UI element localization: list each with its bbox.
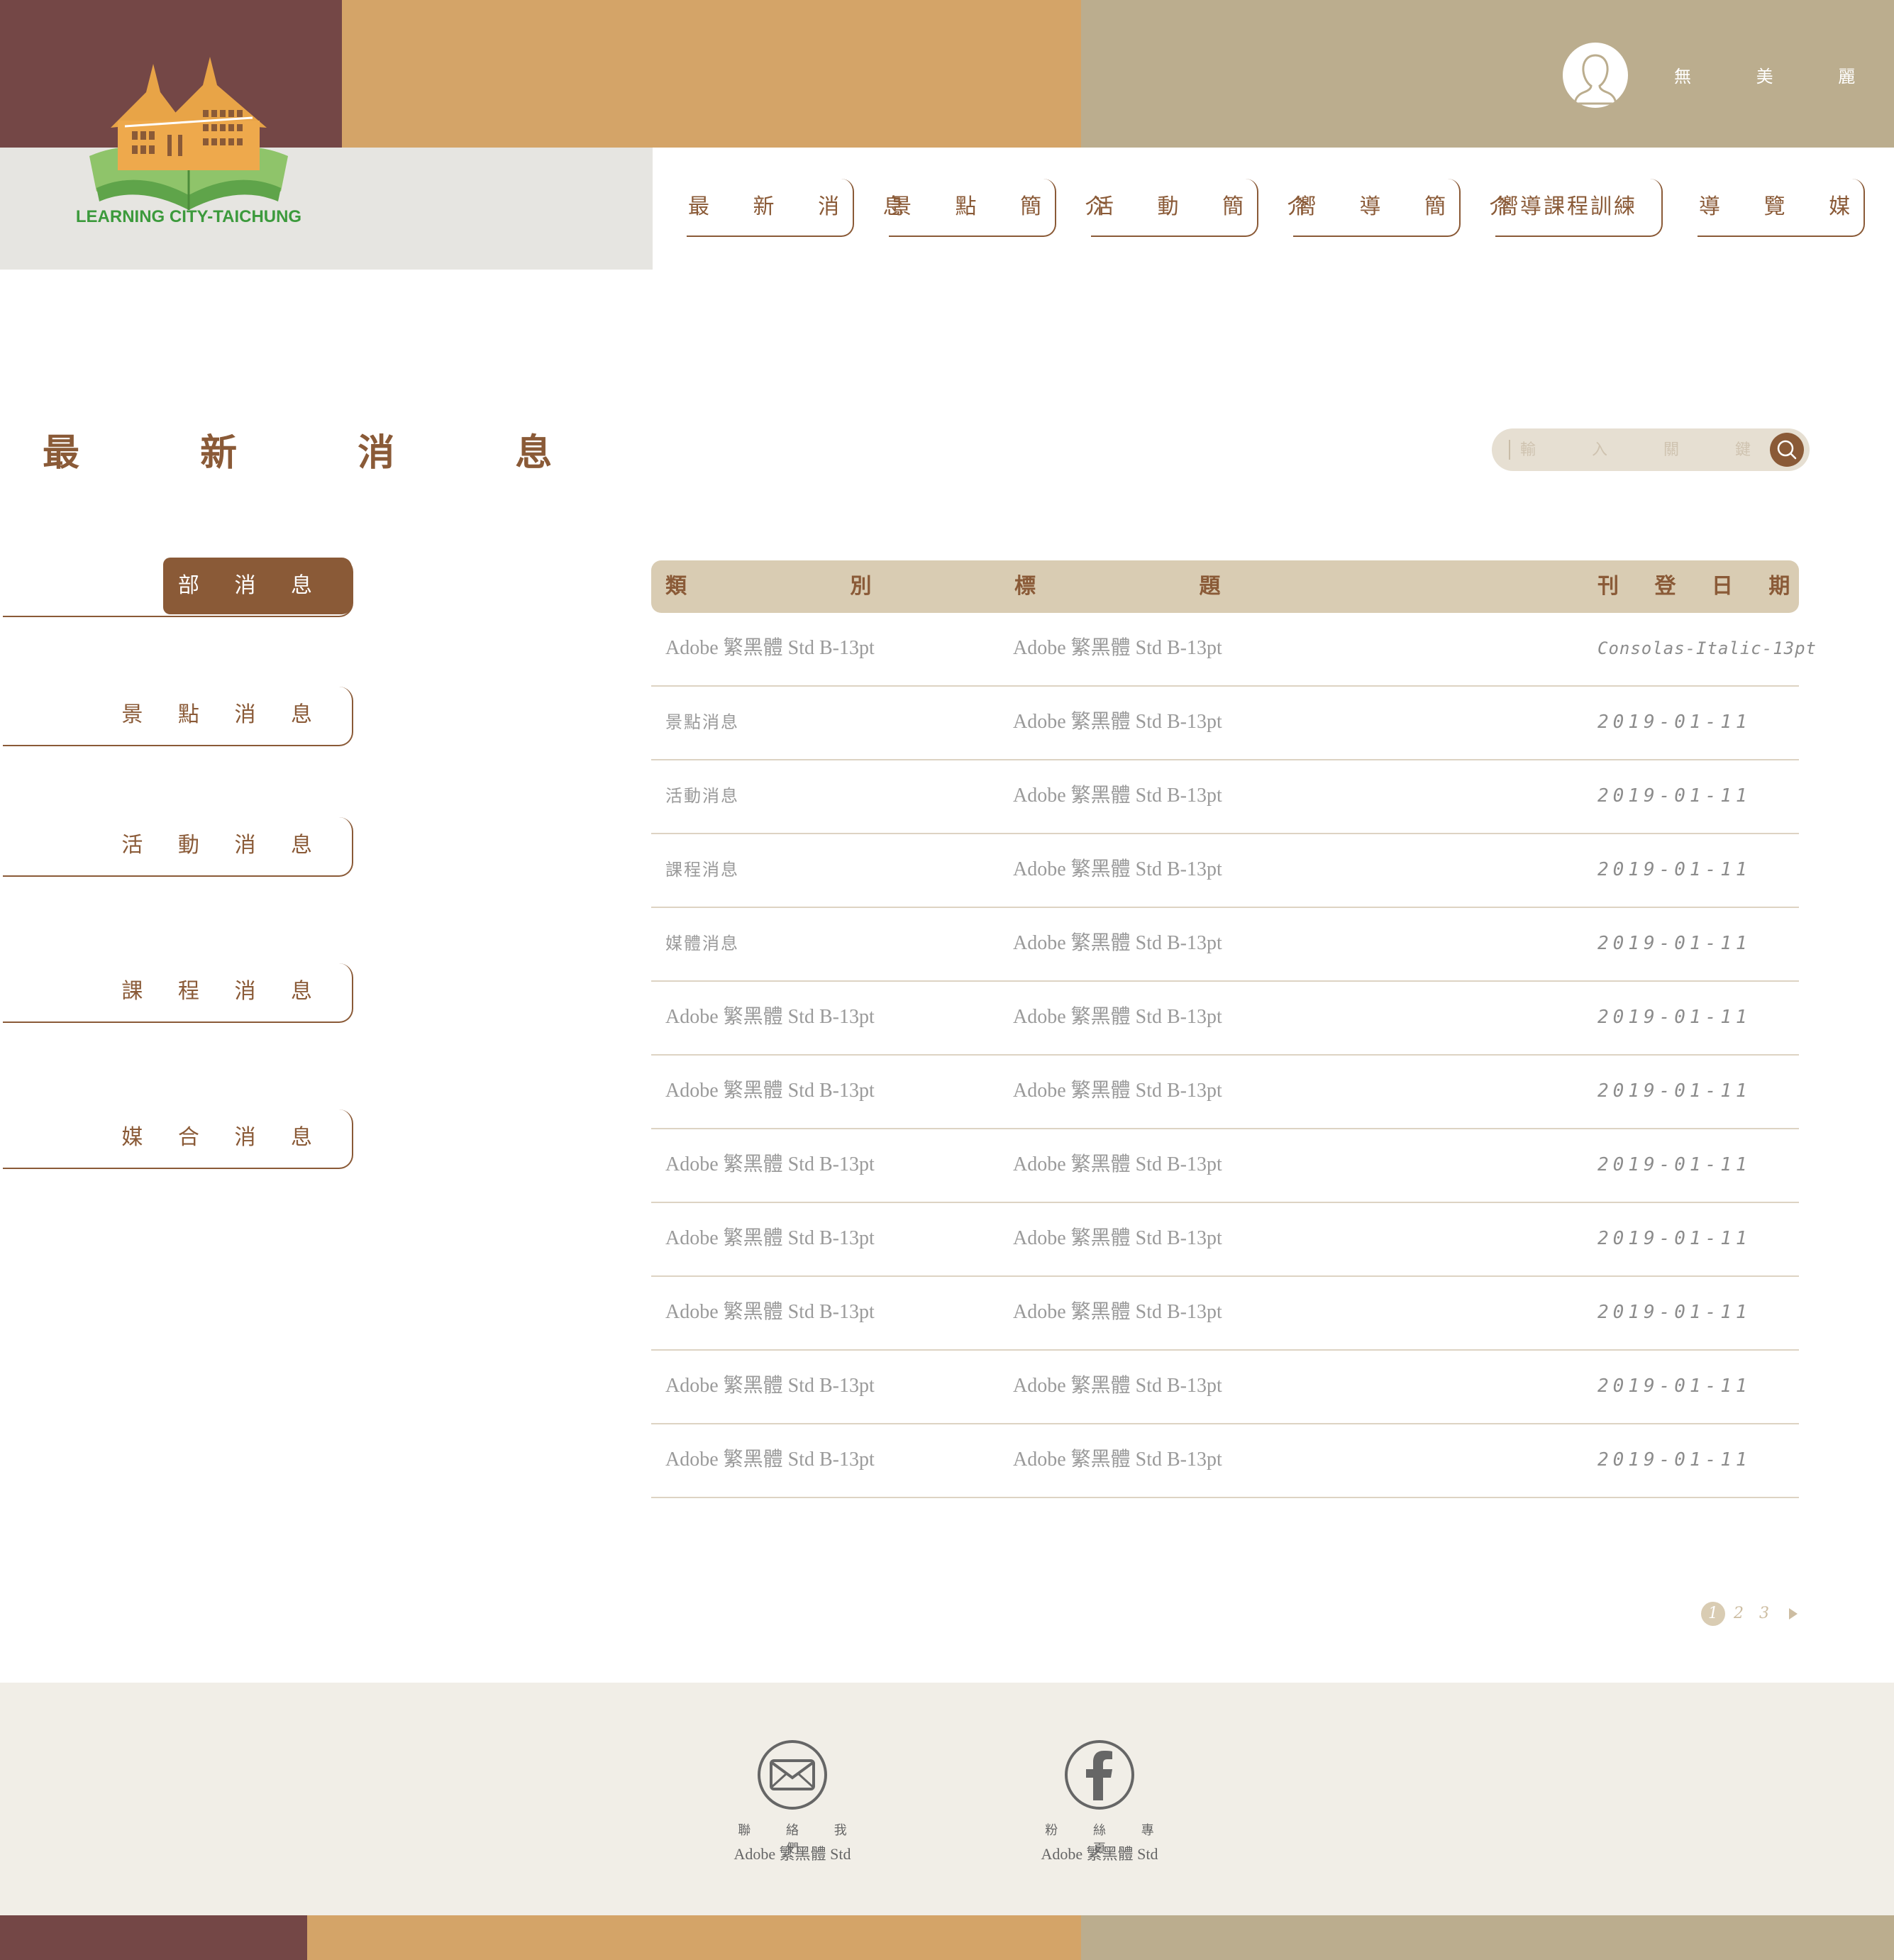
header-band-orange [342, 0, 1081, 148]
cell-category: Adobe 繁黑體 Std B-13pt [665, 1080, 875, 1102]
table-row[interactable]: Adobe 繁黑體 Std B-13pt Adobe 繁黑體 Std B-13pt… [651, 1056, 1799, 1129]
table-row[interactable]: 媒體消息 Adobe 繁黑體 Std B-13pt 2019-01-11 [651, 908, 1799, 982]
cell-category: Adobe 繁黑體 Std B-13pt [665, 1301, 875, 1323]
cell-category: Adobe 繁黑體 Std B-13pt [665, 1375, 875, 1397]
sidebar-item-activity-news[interactable]: 活 動 消 息 [3, 817, 353, 877]
page-title: 最 新 消 息 [43, 432, 607, 475]
cell-date: 2019-01-11 [1597, 1228, 1751, 1249]
user-avatar[interactable] [1563, 43, 1628, 108]
cell-title[interactable]: Adobe 繁黑體 Std B-13pt [1013, 1351, 1222, 1422]
page-1-link[interactable]: 1 [1701, 1602, 1725, 1626]
cell-category: Adobe 繁黑體 Std B-13pt [665, 1227, 875, 1249]
sidebar-item-attraction-news[interactable]: 景 點 消 息 [3, 687, 353, 746]
table-row[interactable]: 活動消息 Adobe 繁黑體 Std B-13pt 2019-01-11 [651, 760, 1799, 834]
next-page-icon[interactable] [1789, 1608, 1798, 1620]
table-row[interactable]: Adobe 繁黑體 Std B-13pt Adobe 繁黑體 Std B-13pt… [651, 982, 1799, 1056]
cell-category: 課程消息 [665, 860, 739, 880]
mail-icon [758, 1740, 827, 1810]
sidebar-item-label: 全 部 消 息 [121, 573, 326, 598]
cell-title[interactable]: Adobe 繁黑體 Std B-13pt [1013, 1129, 1222, 1200]
footer-band-orange [307, 1915, 1081, 1960]
news-table: 類 別 標 題 刊 登 日 期 Adobe 繁黑體 Std B-13pt Adob… [651, 560, 1816, 1498]
cell-date: 2019-01-11 [1597, 1449, 1751, 1471]
cell-title[interactable]: Adobe 繁黑體 Std B-13pt [1013, 687, 1222, 758]
nav-activities[interactable]: 活 動 簡 介 [1091, 179, 1309, 237]
cell-date: Consolas-Italic-13pt [1597, 638, 1817, 658]
cell-date: 2019-01-11 [1597, 1375, 1751, 1397]
table-row[interactable]: Adobe 繁黑體 Std B-13pt Adobe 繁黑體 Std B-13pt… [651, 1277, 1799, 1351]
header-category: 類 別 [665, 574, 950, 599]
facebook-icon [1065, 1740, 1134, 1810]
cell-title[interactable]: Adobe 繁黑體 Std B-13pt [1013, 1424, 1222, 1495]
table-row[interactable]: Adobe 繁黑體 Std B-13pt Adobe 繁黑體 Std B-13pt… [651, 613, 1816, 687]
cell-date: 2019-01-11 [1597, 1080, 1751, 1102]
cell-date: 2019-01-11 [1597, 859, 1751, 880]
cell-category: Adobe 繁黑體 Std B-13pt [665, 1449, 875, 1471]
user-silhouette-icon [1573, 54, 1617, 105]
search-button[interactable] [1770, 433, 1804, 467]
sidebar-item-label: 課 程 消 息 [121, 979, 326, 1004]
header-title: 標 題 [1014, 574, 1299, 599]
nav-attractions[interactable]: 景 點 簡 介 [889, 179, 1107, 237]
cell-category: Adobe 繁黑體 Std B-13pt [665, 1006, 875, 1028]
cell-title[interactable]: Adobe 繁黑體 Std B-13pt [1013, 1203, 1222, 1274]
table-row[interactable]: Adobe 繁黑體 Std B-13pt Adobe 繁黑體 Std B-13pt… [651, 1129, 1799, 1203]
cell-title[interactable]: Adobe 繁黑體 Std B-13pt [1013, 1056, 1222, 1126]
footer-band-khaki [1081, 1915, 1894, 1960]
facebook-page-sub: Adobe 繁黑體 Std [1041, 1845, 1158, 1863]
sidebar-item-course-news[interactable]: 課 程 消 息 [3, 963, 353, 1023]
cell-title[interactable]: Adobe 繁黑體 Std B-13pt [1013, 908, 1222, 979]
cell-title[interactable]: Adobe 繁黑體 Std B-13pt [1013, 760, 1222, 831]
cell-date: 2019-01-11 [1597, 1302, 1751, 1323]
page-2-link[interactable]: 2 [1727, 1602, 1751, 1626]
page-3-link[interactable]: 3 [1752, 1602, 1776, 1626]
cell-category: 媒體消息 [665, 934, 739, 953]
cell-date: 2019-01-11 [1597, 933, 1751, 954]
sidebar-item-label: 景 點 消 息 [121, 702, 326, 727]
search-caret [1509, 440, 1510, 460]
cell-title[interactable]: Adobe 繁黑體 Std B-13pt [1013, 982, 1222, 1053]
header-date: 刊 登 日 期 [1597, 574, 1805, 599]
table-row[interactable]: Adobe 繁黑體 Std B-13pt Adobe 繁黑體 Std B-13pt… [651, 1203, 1799, 1277]
logo-text: LEARNING CITY-TAICHUNG [75, 207, 302, 226]
cell-title[interactable]: Adobe 繁黑體 Std B-13pt [1013, 613, 1222, 684]
table-row[interactable]: 景點消息 Adobe 繁黑體 Std B-13pt 2019-01-11 [651, 687, 1799, 760]
search-box [1492, 428, 1810, 471]
cell-date: 2019-01-11 [1597, 785, 1751, 807]
sidebar-item-label: 媒 合 消 息 [121, 1125, 326, 1150]
sidebar-item-label: 活 動 消 息 [121, 833, 326, 858]
nav-guide-training[interactable]: 嚮導課程訓練 [1495, 179, 1663, 237]
table-row[interactable]: 課程消息 Adobe 繁黑體 Std B-13pt 2019-01-11 [651, 834, 1799, 908]
logo-emblem-icon [89, 57, 288, 210]
site-logo[interactable]: LEARNING CITY-TAICHUNG [61, 50, 316, 236]
table-body: Adobe 繁黑體 Std B-13pt Adobe 繁黑體 Std B-13pt… [651, 613, 1816, 1498]
cell-date: 2019-01-11 [1597, 712, 1751, 733]
nav-tour-matching[interactable]: 導 覽 媒 合 [1698, 179, 1894, 237]
nav-latest-news[interactable]: 最 新 消 息 [687, 179, 904, 237]
sidebar-item-all-news[interactable]: 全 部 消 息 [3, 558, 353, 617]
footer: 聯 絡 我 們 Adobe 繁黑體 Std 粉 絲 專 頁 Adobe 繁黑體 … [0, 1683, 1894, 1915]
table-header: 類 別 標 題 刊 登 日 期 [651, 560, 1799, 613]
cell-category: 活動消息 [665, 786, 739, 806]
sidebar-item-matching-news[interactable]: 媒 合 消 息 [3, 1109, 353, 1169]
cell-title[interactable]: Adobe 繁黑體 Std B-13pt [1013, 834, 1222, 905]
footer-band-maroon [0, 1915, 307, 1960]
cell-category: 景點消息 [665, 712, 739, 732]
nav-guides[interactable]: 嚮 導 簡 介 [1293, 179, 1511, 237]
table-row[interactable]: Adobe 繁黑體 Std B-13pt Adobe 繁黑體 Std B-13pt… [651, 1351, 1799, 1424]
cell-category: Adobe 繁黑體 Std B-13pt [665, 1153, 875, 1175]
search-input[interactable] [1520, 433, 1754, 467]
search-icon [1777, 440, 1797, 460]
user-name[interactable]: 無 美 麗 [1674, 62, 1885, 87]
cell-date: 2019-01-11 [1597, 1007, 1751, 1028]
cell-title[interactable]: Adobe 繁黑體 Std B-13pt [1013, 1277, 1222, 1348]
contact-us-sub: Adobe 繁黑體 Std [733, 1845, 851, 1863]
cell-date: 2019-01-11 [1597, 1154, 1751, 1175]
cell-category: Adobe 繁黑體 Std B-13pt [665, 637, 875, 659]
table-row[interactable]: Adobe 繁黑體 Std B-13pt Adobe 繁黑體 Std B-13pt… [651, 1424, 1799, 1498]
